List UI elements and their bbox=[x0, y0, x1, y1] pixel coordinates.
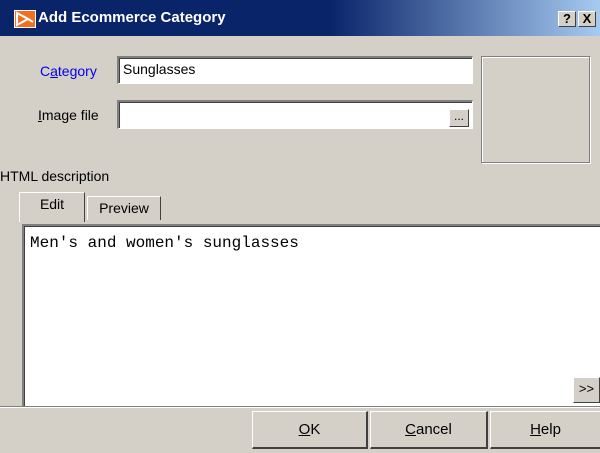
close-button[interactable]: X bbox=[578, 11, 596, 27]
window-title: Add Ecommerce Category bbox=[38, 9, 226, 26]
category-input[interactable]: Sunglasses bbox=[117, 56, 473, 84]
separator bbox=[0, 406, 600, 408]
app-icon bbox=[14, 10, 36, 28]
image-preview-box bbox=[481, 56, 591, 164]
browse-button[interactable]: ... bbox=[449, 109, 469, 127]
expand-button[interactable]: >> bbox=[573, 377, 600, 403]
html-description-label: HTML description bbox=[0, 168, 110, 184]
help-title-button[interactable]: ? bbox=[558, 11, 576, 27]
category-input-value: Sunglasses bbox=[123, 61, 196, 77]
tab-preview[interactable]: Preview bbox=[87, 196, 161, 220]
tab-edit[interactable]: Edit bbox=[19, 192, 85, 222]
dialog-window: Add Ecommerce Category ? X Category Sung… bbox=[0, 0, 600, 453]
category-label: Category bbox=[40, 63, 97, 79]
help-button[interactable]: Help bbox=[490, 411, 600, 449]
title-bar[interactable]: Add Ecommerce Category ? X bbox=[0, 0, 600, 36]
ok-button[interactable]: OK bbox=[252, 411, 368, 449]
cancel-button[interactable]: Cancel bbox=[370, 411, 488, 449]
image-file-input[interactable] bbox=[117, 100, 473, 129]
image-file-label: Image file bbox=[38, 107, 99, 123]
editor-content: Men's and women's sunglasses bbox=[30, 234, 299, 252]
html-description-editor[interactable]: Men's and women's sunglasses bbox=[22, 224, 600, 406]
